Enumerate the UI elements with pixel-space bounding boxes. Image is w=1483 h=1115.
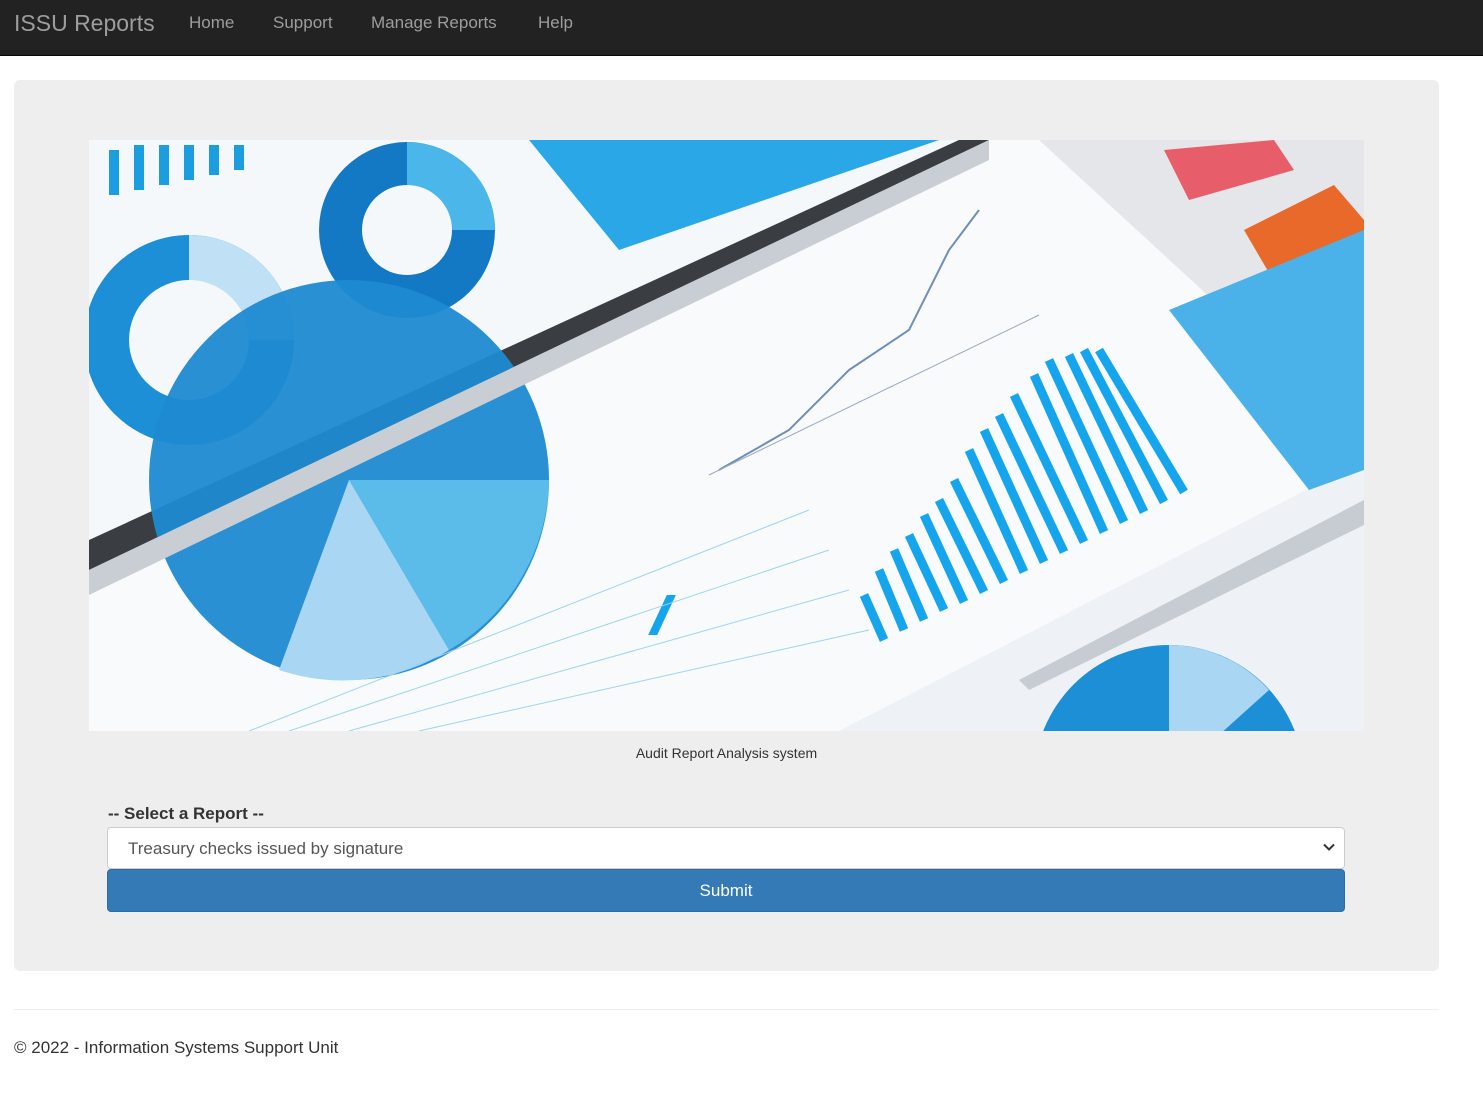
footer-divider — [14, 1009, 1439, 1010]
dashboard-analytics-illustration — [89, 140, 1364, 731]
report-select-label: -- Select a Report -- — [108, 804, 264, 823]
top-navbar: ISSU Reports Home Support Manage Reports… — [0, 0, 1483, 56]
brand-link[interactable]: ISSU Reports — [14, 10, 155, 36]
nav-link-help[interactable]: Help — [538, 13, 573, 33]
hero-caption: Audit Report Analysis system — [635, 745, 818, 761]
submit-button[interactable]: Submit — [107, 869, 1345, 912]
nav-link-manage-reports[interactable]: Manage Reports — [371, 13, 497, 33]
footer-copyright: © 2022 - Information Systems Support Uni… — [14, 1038, 339, 1057]
report-select[interactable]: Treasury checks issued by signature — [107, 827, 1345, 869]
nav-link-support[interactable]: Support — [273, 13, 333, 33]
main-panel: Audit Report Analysis system -- Select a… — [14, 80, 1439, 971]
hero-image — [89, 140, 1364, 731]
nav-link-home[interactable]: Home — [189, 13, 234, 33]
